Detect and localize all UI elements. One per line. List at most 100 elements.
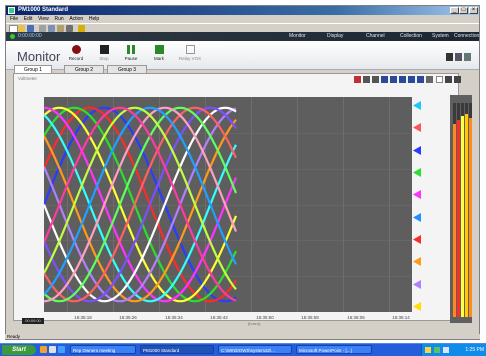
x-tick-label: 16:35:18 [74,315,92,320]
nav-connection[interactable]: Connection [454,33,479,40]
browser-icon[interactable] [40,346,47,353]
status-text: Ready [7,334,21,339]
channel-marker-icon[interactable] [413,302,421,311]
camera-icon[interactable] [446,53,453,61]
task-powerpoint[interactable]: Microsoft PowerPoint - [...] [296,345,372,354]
x-tick-label: 16:35:34 [165,315,183,320]
menu-bar: File Edit View Run Action Help [6,15,479,23]
task-windows-system32[interactable]: C:\WINDOWS\system32\... [218,345,292,354]
export-icon[interactable] [464,53,471,61]
meter-track [453,103,456,317]
channel-markers [412,97,426,312]
x-tick-label: 16:36:06 [347,315,365,320]
pan-icon[interactable] [381,76,388,83]
scale-icon[interactable] [408,76,415,83]
marker-icon[interactable] [417,76,424,83]
x-tick-label: 16:35:42 [210,315,228,320]
flag-icon [154,45,164,54]
save-icon[interactable] [27,25,34,32]
navigation-header: 0:00:00:00 Monitor Display Channel Colle… [6,32,479,41]
tray-icon[interactable] [425,347,431,353]
cut-icon[interactable] [39,25,46,32]
help-icon[interactable] [78,25,85,32]
menu-help[interactable]: Help [89,15,99,23]
channel-marker-icon[interactable] [413,101,421,110]
paste-icon[interactable] [57,25,64,32]
relay-icon [185,45,195,54]
print-icon[interactable] [66,25,73,32]
tray-icon[interactable] [434,347,440,353]
maximize-button[interactable]: □ [459,7,468,14]
expand-icon[interactable] [445,76,452,83]
pause-button[interactable]: Pause [118,45,144,61]
meter-level-bar [465,114,468,317]
x-tick-label: 16:35:58 [301,315,319,320]
window-title: PM1000 Standard [18,7,69,13]
nav-collection[interactable]: Collection [400,33,422,40]
x-axis-units: (h:m:s) [248,321,261,326]
channel-marker-icon[interactable] [413,146,421,155]
record-button[interactable]: Record [63,45,89,61]
meter-track [461,103,464,317]
stop-button[interactable]: Stop [91,45,117,61]
start-button[interactable]: Start [2,345,36,355]
nav-system[interactable]: System [432,33,449,40]
nav-display[interactable]: Display [327,33,343,40]
dropdown-icon[interactable] [436,76,443,83]
close-button[interactable]: × [469,7,478,14]
stop-icon [99,45,109,54]
menu-edit[interactable]: Edit [24,15,33,23]
print-icon[interactable] [455,53,462,61]
channel-marker-icon[interactable] [413,123,421,132]
open-folder-icon[interactable] [18,25,25,32]
collapse-icon[interactable] [454,76,461,83]
speaker-icon[interactable] [443,347,449,353]
meter-track [465,103,468,317]
meter-level-bar [453,124,456,317]
grid-icon[interactable] [399,76,406,83]
explorer-icon[interactable] [58,346,65,353]
minimize-button[interactable]: _ [450,7,459,14]
zoom-in-icon[interactable] [363,76,370,83]
task-pm1000[interactable]: PM1000 Standard [140,345,214,354]
menu-action[interactable]: Action [69,15,83,23]
x-tick-label: 16:35:50 [256,315,274,320]
nav-monitor[interactable]: Monitor [289,33,306,40]
x-tick-label: 16:35:26 [119,315,137,320]
relay-vox-button[interactable]: Relay VOX [177,45,203,61]
channel-marker-icon[interactable] [413,257,421,266]
elapsed-clock: 0:00:00:00 [18,33,42,39]
mark-button[interactable]: Mark [146,45,172,61]
copy-icon[interactable] [48,25,55,32]
status-bar: Ready [5,334,480,339]
cursor-icon[interactable] [390,76,397,83]
panel-title: Voltmeter [18,76,38,81]
time-readout: 00:00:00 [22,318,44,324]
system-tray: 1:25 PM [421,344,486,356]
taskbar: Start Rep Owners meeting PM1000 Standard… [0,343,486,356]
meter-level-bar [469,118,472,317]
status-led-icon [10,34,15,39]
pause-icon [127,45,135,54]
nav-channel[interactable]: Channel [366,33,385,40]
channel-marker-icon[interactable] [413,235,421,244]
meter-track [457,103,460,317]
level-meter [450,95,472,323]
zoom-out-icon[interactable] [372,76,379,83]
channel-marker-icon[interactable] [413,213,421,222]
channel-marker-icon[interactable] [413,280,421,289]
meter-level-bar [457,120,460,317]
home-icon[interactable] [354,76,361,83]
channel-marker-icon[interactable] [413,168,421,177]
desktop-icon[interactable] [49,346,56,353]
menu-run[interactable]: Run [54,15,63,23]
tray-clock: 1:25 PM [465,347,484,353]
title-bar[interactable]: PM1000 Standard _ □ × [6,6,479,15]
x-tick-label: 16:36:14 [392,315,410,320]
menu-file[interactable]: File [10,15,18,23]
menu-view[interactable]: View [38,15,49,23]
settings-icon[interactable] [426,76,433,83]
channel-marker-icon[interactable] [413,190,421,199]
task-rep-owners[interactable]: Rep Owners meeting [70,345,136,354]
voltage-chart[interactable] [44,97,412,312]
